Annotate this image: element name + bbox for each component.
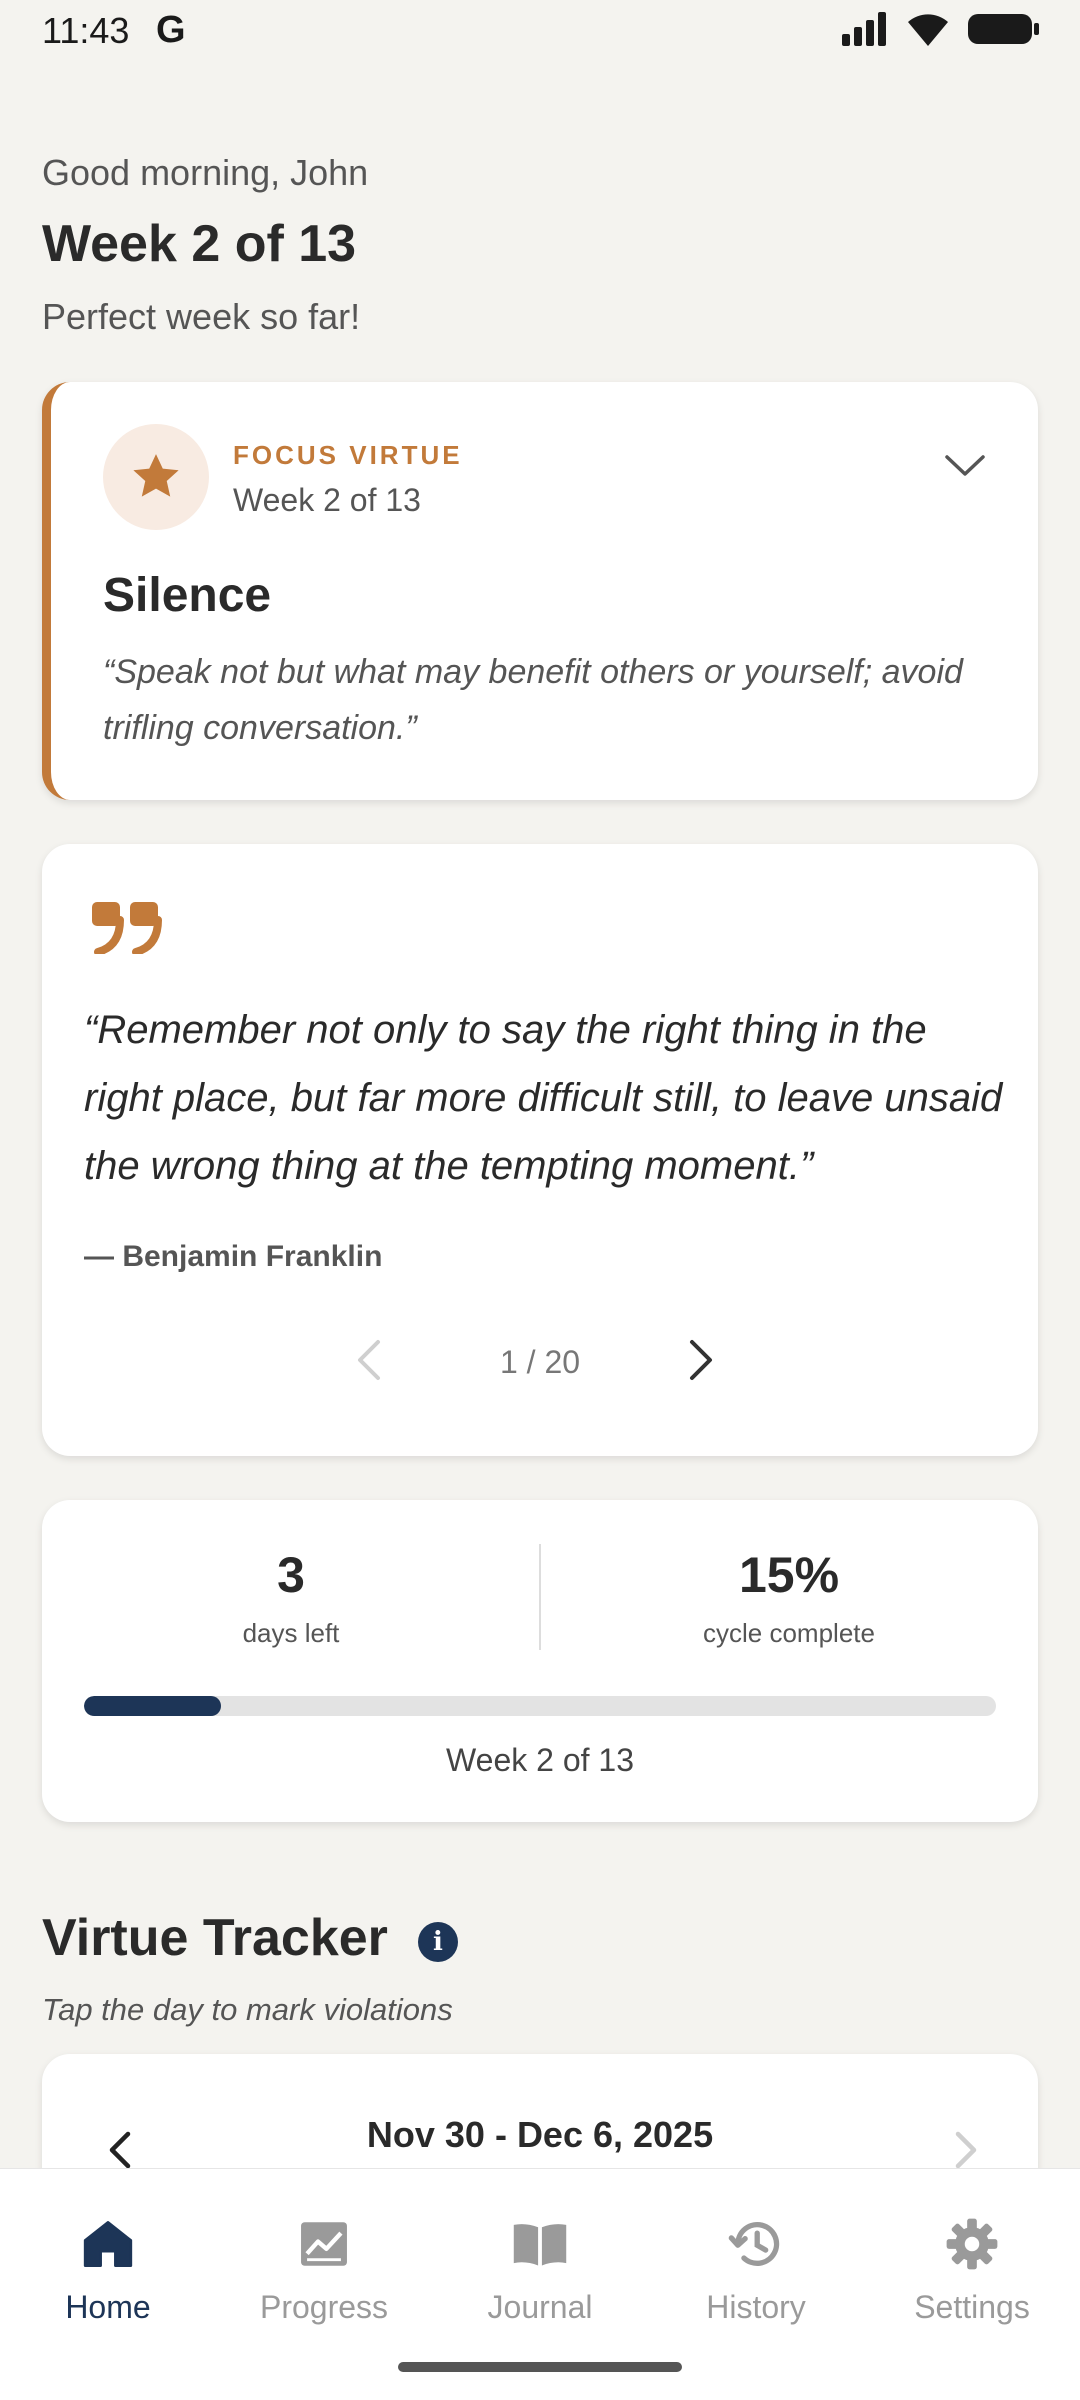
quote-card: “Remember not only to say the right thin… [42,844,1038,1456]
cycle-progress-fill [84,1696,221,1716]
nav-item-progress[interactable]: Progress [216,2211,432,2326]
nav-item-settings[interactable]: Settings [864,2211,1080,2326]
gear-icon [946,2218,998,2270]
info-icon[interactable]: i [418,1922,458,1962]
greeting-text: Good morning, John [42,152,369,193]
nav-label-journal: Journal [487,2289,593,2325]
chart-icon [301,2222,347,2266]
days-left-label: days left [242,1618,340,1648]
cycle-progress-bar [84,1696,996,1716]
quote-author: — Benjamin Franklin [84,1240,383,1273]
cycle-complete-value: 15% [738,1547,840,1603]
google-icon: G [156,9,186,51]
status-icons [842,12,1040,46]
nav-label-settings: Settings [914,2289,1030,2325]
quote-pager: 1 / 20 [42,1326,1038,1396]
tracker-title: Virtue Tracker [42,1909,388,1967]
days-left-stat: 3 days left [42,1546,540,1649]
focus-virtue-card[interactable]: FOCUS VIRTUE Week 2 of 13 Silence “Speak… [42,382,1038,800]
focus-badge [103,424,209,530]
tracker-date-range: Nov 30 - Dec 6, 2025 [366,2114,714,2155]
star-icon [133,454,179,497]
nav-label-history: History [706,2289,806,2325]
nav-label-progress: Progress [259,2289,389,2325]
status-bar: 11:43 G [0,0,1080,62]
signal-icon [842,12,886,46]
nav-item-journal[interactable]: Journal [432,2211,648,2326]
quote-icon [92,902,162,954]
nav-label-home: Home [65,2289,151,2325]
page-title: Week 2 of 13 [42,215,357,273]
history-icon [728,2222,780,2266]
progress-stats-card: 3 days left 15% cycle complete Week 2 of… [42,1500,1038,1822]
chevron-right-icon[interactable] [682,1336,718,1384]
wifi-icon [908,14,948,46]
battery-icon [968,14,1039,44]
chevron-right-icon[interactable] [950,2130,980,2170]
progress-week-label: Week 2 of 13 [446,1742,634,1778]
week-summary: Perfect week so far! [42,296,361,337]
days-left-value: 3 [277,1547,305,1603]
status-time: 11:43 [42,10,130,51]
chevron-down-icon[interactable] [944,452,986,480]
nav-item-home[interactable]: Home [0,2211,216,2326]
cycle-complete-stat: 15% cycle complete [540,1546,1038,1649]
focus-virtue-week: Week 2 of 13 [233,482,421,518]
focus-virtue-label: FOCUS VIRTUE [233,440,463,470]
quote-counter: 1 / 20 [499,1344,581,1380]
home-icon [83,2221,133,2267]
focus-virtue-name: Silence [103,569,272,622]
nav-item-history[interactable]: History [648,2211,864,2326]
cycle-complete-label: cycle complete [703,1618,875,1648]
tracker-hint: Tap the day to mark violations [42,1992,453,2027]
home-screen: 11:43 G Good morning, John Week 2 of 13 … [0,0,1080,2400]
book-icon [513,2224,567,2266]
quote-text: “Remember not only to say the right thin… [84,1008,1003,1188]
home-indicator[interactable] [398,2362,682,2372]
focus-virtue-precept: “Speak not but what may benefit others o… [103,653,963,747]
